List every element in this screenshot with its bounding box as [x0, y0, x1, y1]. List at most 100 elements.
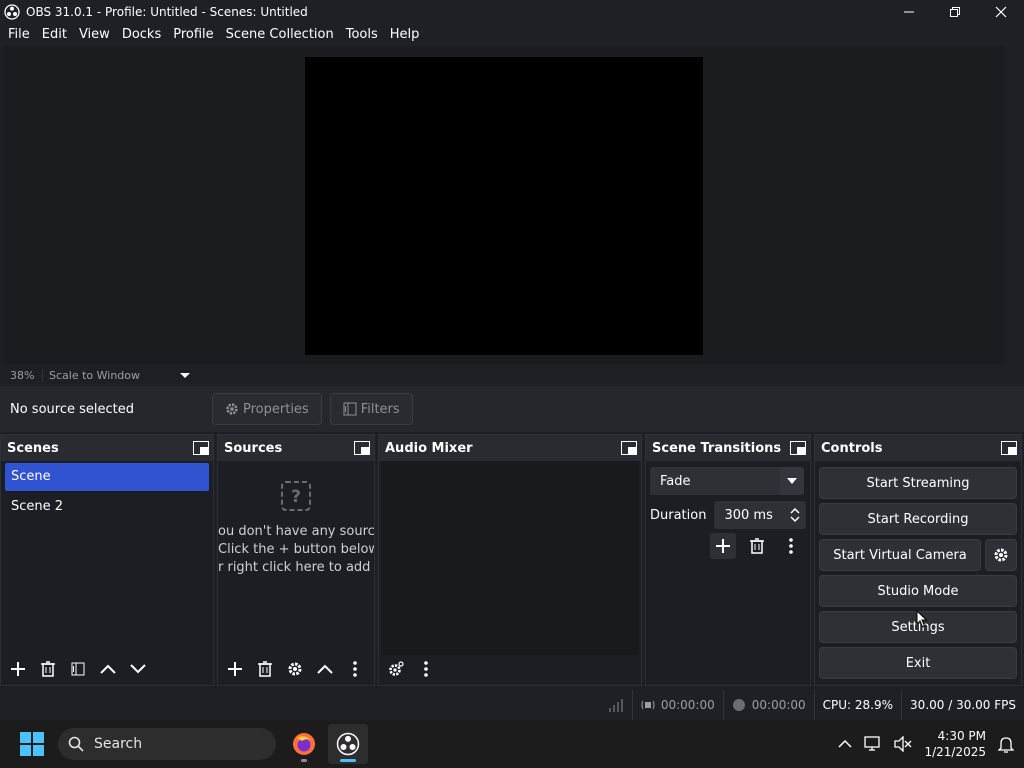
properties-button[interactable]: Properties — [212, 393, 322, 425]
clock[interactable]: 4:30 PM 1/21/2025 — [924, 728, 986, 760]
filters-label: Filters — [360, 401, 400, 417]
controls-dock: Controls Start Streaming Start Recording… — [814, 434, 1022, 686]
cpu-usage: CPU: 28.9% — [813, 690, 901, 720]
preview-area[interactable] — [4, 46, 1004, 364]
notification-bell-icon[interactable] — [998, 735, 1014, 753]
virtual-camera-settings-button[interactable] — [985, 539, 1017, 571]
remove-source-button[interactable] — [252, 656, 278, 682]
more-vertical-icon — [353, 661, 357, 677]
audio-mixer-dock-header: Audio Mixer — [379, 435, 641, 461]
record-time-status: 00:00:00 — [722, 690, 814, 720]
properties-label: Properties — [243, 401, 309, 417]
status-bar: 00:00:00 00:00:00 CPU: 28.9% 30.00 / 30.… — [0, 690, 1024, 720]
close-icon — [995, 6, 1007, 18]
chevron-down-icon — [130, 664, 146, 674]
menu-help[interactable]: Help — [384, 24, 426, 46]
stream-time: 00:00:00 — [660, 698, 715, 712]
spin-up-icon[interactable] — [790, 507, 800, 515]
scenes-toolbar — [1, 653, 213, 685]
empty-line: r right click here to add or — [218, 560, 374, 575]
volume-muted-icon[interactable] — [894, 736, 912, 752]
chevron-down-icon[interactable] — [780, 467, 804, 495]
remove-transition-button[interactable] — [744, 533, 770, 559]
remove-scene-button[interactable] — [35, 656, 61, 682]
add-source-button[interactable] — [222, 656, 248, 682]
exit-button[interactable]: Exit — [819, 647, 1017, 679]
audio-mixer-more-button[interactable] — [413, 656, 439, 682]
scene-transitions-title: Scene Transitions — [652, 440, 782, 456]
windows-taskbar: Search 4:30 PM 1/21/2025 — [0, 720, 1024, 768]
windows-logo-icon — [20, 732, 44, 756]
start-recording-button[interactable]: Start Recording — [819, 503, 1017, 535]
fps-display: 30.00 / 30.00 FPS — [901, 690, 1024, 720]
title-bar: OBS 31.0.1 - Profile: Untitled - Scenes:… — [0, 0, 1024, 24]
scenes-title: Scenes — [7, 440, 59, 456]
search-icon — [68, 736, 84, 752]
plus-icon — [11, 662, 25, 676]
minimize-button[interactable] — [886, 0, 932, 24]
scenes-dock: Scenes Scene Scene 2 — [0, 434, 214, 686]
advanced-audio-button[interactable] — [383, 656, 409, 682]
menu-profile[interactable]: Profile — [167, 24, 219, 46]
move-scene-up-button[interactable] — [95, 656, 121, 682]
move-source-up-button[interactable] — [312, 656, 338, 682]
add-transition-button[interactable] — [710, 533, 736, 559]
source-properties-button[interactable] — [282, 656, 308, 682]
filter-icon — [343, 402, 357, 416]
sources-empty-message[interactable]: ou don't have any source Click the + but… — [218, 523, 374, 577]
trash-icon — [41, 661, 55, 677]
menu-scene-collection[interactable]: Scene Collection — [220, 24, 340, 46]
scale-mode-dropdown-icon[interactable] — [180, 372, 190, 378]
audio-mixer-title: Audio Mixer — [385, 440, 473, 456]
start-button[interactable] — [12, 724, 52, 764]
trash-icon — [258, 661, 272, 677]
taskbar-obs[interactable] — [328, 724, 368, 764]
spin-down-icon[interactable] — [790, 515, 800, 523]
plus-icon — [716, 539, 730, 553]
window-title: OBS 31.0.1 - Profile: Untitled - Scenes:… — [26, 5, 308, 19]
start-streaming-button[interactable]: Start Streaming — [819, 467, 1017, 499]
taskbar-firefox[interactable] — [284, 724, 324, 764]
menu-tools[interactable]: Tools — [340, 24, 384, 46]
scene-filters-button[interactable] — [65, 656, 91, 682]
preview-canvas[interactable] — [305, 57, 703, 355]
minimize-icon — [904, 11, 914, 13]
menu-edit[interactable]: Edit — [36, 24, 73, 46]
maximize-button[interactable] — [932, 0, 978, 24]
undock-icon[interactable] — [193, 441, 209, 455]
controls-title: Controls — [821, 440, 883, 456]
undock-icon[interactable] — [1001, 441, 1017, 455]
plus-icon — [228, 662, 242, 676]
add-scene-button[interactable] — [5, 656, 31, 682]
zoom-level: 38% — [10, 368, 35, 382]
clock-time: 4:30 PM — [937, 729, 986, 743]
controls-dock-header: Controls — [815, 435, 1021, 461]
move-scene-down-button[interactable] — [125, 656, 151, 682]
undock-icon[interactable] — [354, 441, 370, 455]
scene-item[interactable]: Scene — [5, 463, 209, 491]
transition-more-button[interactable] — [778, 533, 804, 559]
sources-more-button[interactable] — [342, 656, 368, 682]
taskbar-search[interactable]: Search — [58, 728, 276, 760]
menu-view[interactable]: View — [73, 24, 116, 46]
transition-select[interactable]: Fade — [650, 467, 804, 495]
firefox-icon — [293, 733, 315, 755]
menu-file[interactable]: File — [2, 24, 36, 46]
obs-logo-icon — [336, 732, 360, 756]
gear-icon — [288, 662, 302, 676]
gear-icon — [389, 661, 404, 676]
network-icon[interactable] — [864, 736, 882, 752]
start-virtual-camera-button[interactable]: Start Virtual Camera — [819, 539, 981, 571]
more-vertical-icon — [789, 538, 793, 554]
studio-mode-button[interactable]: Studio Mode — [819, 575, 1017, 607]
scale-mode-select[interactable]: Scale to Window — [42, 368, 162, 382]
undock-icon[interactable] — [621, 441, 637, 455]
filters-button[interactable]: Filters — [329, 393, 413, 425]
close-button[interactable] — [978, 0, 1024, 24]
undock-icon[interactable] — [790, 441, 806, 455]
chevron-up-icon[interactable] — [838, 739, 852, 749]
obs-logo-icon — [4, 4, 20, 20]
scene-item[interactable]: Scene 2 — [5, 493, 209, 521]
menu-docks[interactable]: Docks — [116, 24, 167, 46]
duration-spinbox[interactable]: 300 ms — [714, 501, 806, 529]
